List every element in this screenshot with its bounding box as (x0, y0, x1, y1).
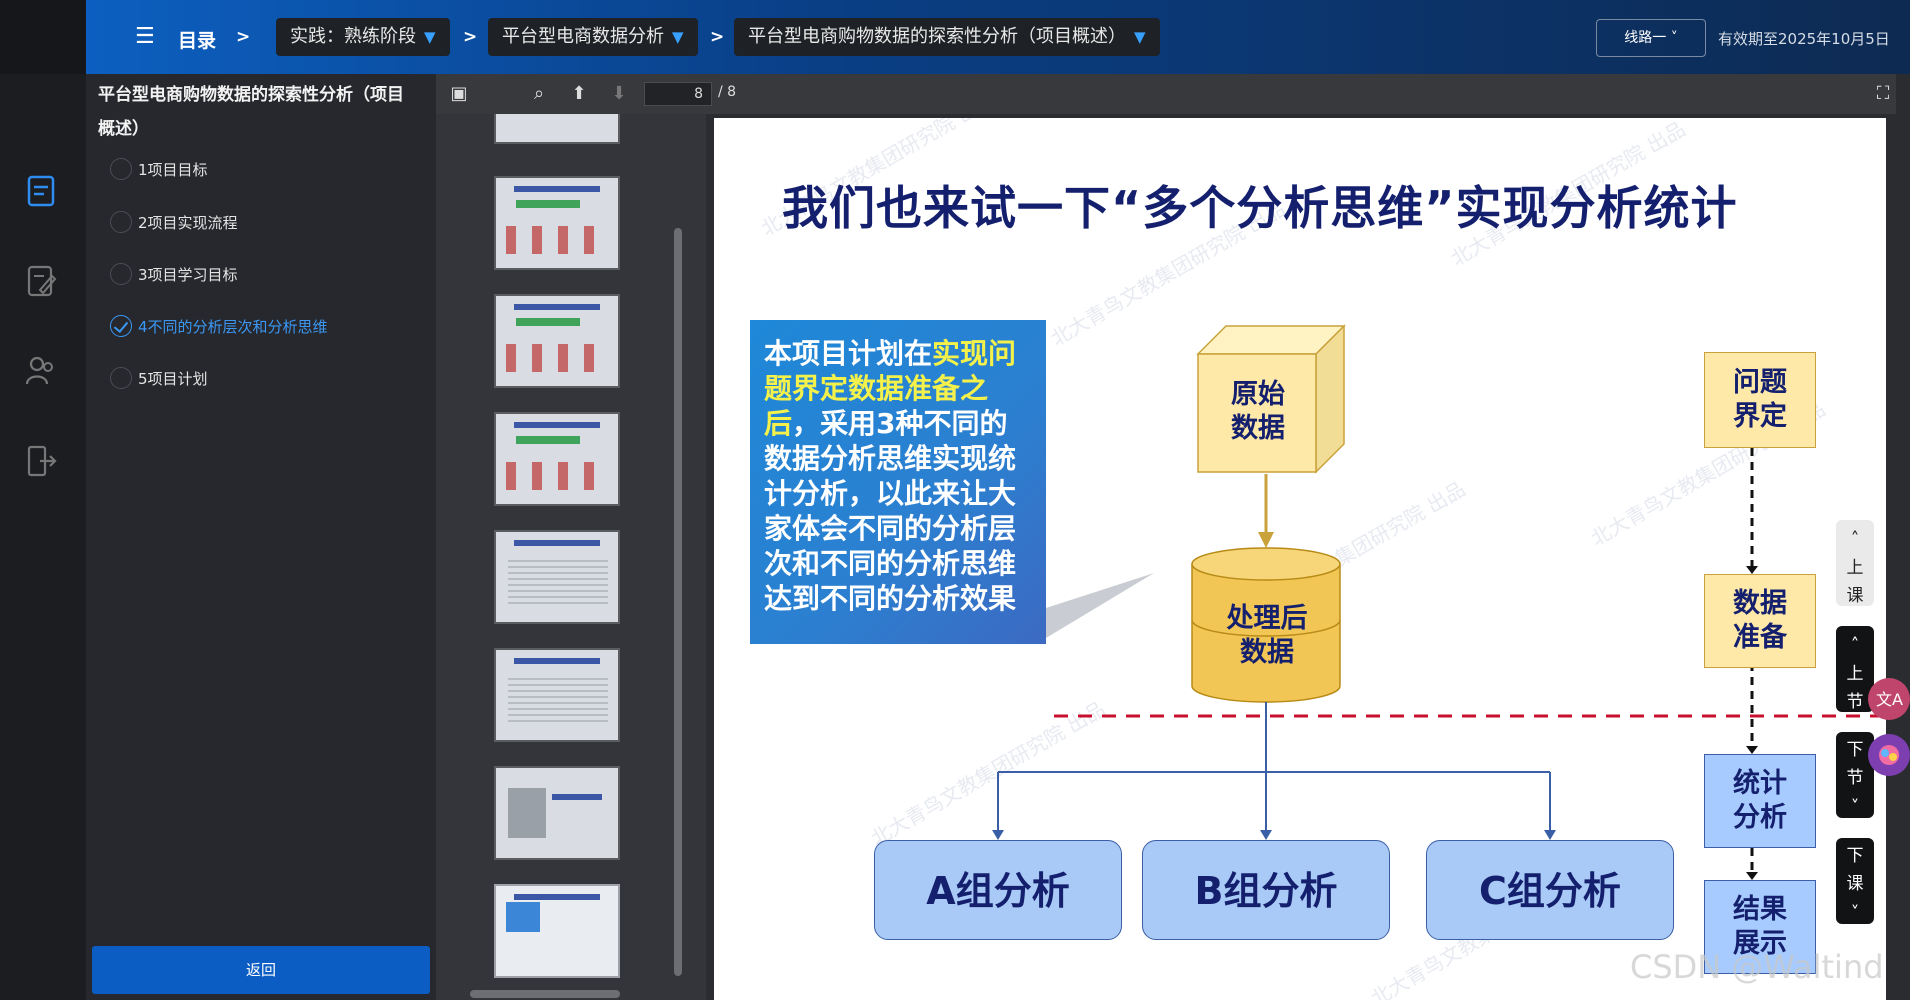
check-circle-icon (110, 315, 132, 337)
exit-icon[interactable] (24, 444, 58, 478)
outline-item[interactable]: 2项目实现流程 (110, 207, 238, 237)
breadcrumb-label: 平台型电商数据分析 (502, 26, 664, 47)
arrow-head (1746, 746, 1758, 754)
page-thumbnail[interactable] (494, 648, 620, 742)
breadcrumb-lesson-dropdown[interactable]: 平台型电商购物数据的探索性分析（项目概述） ▼ (734, 18, 1160, 56)
flow-step-stats: 统计 分析 (1704, 754, 1816, 848)
processed-data-label: 处理后 数据 (1226, 603, 1308, 668)
csdn-credit: CSDN @Waltind (1630, 948, 1884, 986)
svg-text:文A: 文A (1876, 690, 1903, 709)
page-thumbnail[interactable] (494, 176, 620, 270)
catalog-button[interactable]: 目录 (178, 26, 216, 53)
next-class-button[interactable]: 下 课 ˅ (1836, 838, 1874, 924)
outline-item-label: 1项目目标 (138, 160, 208, 179)
outline-item-label: 4不同的分析层次和分析思维 (138, 317, 328, 336)
route-label: 线路一 (1624, 30, 1667, 46)
check-circle-icon (110, 158, 132, 180)
nav-label: 上 课 (1846, 558, 1864, 606)
slide-page: 北大青鸟文教集团研究院 出品 北大青鸟文教集团研究院 出品 北大青鸟文教集团研究… (714, 118, 1886, 1000)
check-circle-icon (110, 263, 132, 285)
outline-title: 平台型电商购物数据的探索性分析（项目概述） (98, 85, 404, 139)
page-thumbnail-selected[interactable] (494, 884, 620, 978)
document-icon[interactable] (24, 174, 58, 208)
back-button[interactable]: 返回 (92, 946, 430, 994)
search-icon[interactable]: ⌕ (526, 81, 552, 107)
arrow-head (1260, 830, 1272, 840)
left-icon-rail (0, 74, 86, 1000)
outline-item-label: 5项目计划 (138, 369, 208, 388)
breadcrumb-label: 平台型电商购物数据的探索性分析（项目概述） (748, 26, 1126, 47)
breadcrumb-separator: > (710, 27, 725, 47)
group-b-box: B组分析 (1142, 840, 1390, 940)
page-number-input[interactable]: 8 (644, 82, 712, 106)
box-shadow (1046, 573, 1154, 638)
thumbnail-hscrollbar[interactable] (470, 990, 620, 998)
chevron-down-icon: ˅ (1850, 903, 1860, 923)
menu-icon[interactable]: ☰ (135, 22, 161, 52)
people-icon[interactable] (24, 354, 58, 388)
check-circle-icon (110, 211, 132, 233)
outline-panel: 平台型电商购物数据的探索性分析（项目概述） 1项目目标 2项目实现流程 3项目学… (86, 74, 436, 1000)
nav-label: 下 课 (1846, 846, 1864, 894)
arrow-head (1258, 532, 1274, 548)
breadcrumb-separator: > (236, 27, 251, 47)
outline-item[interactable]: 3项目学习目标 (110, 259, 238, 289)
flow-step-problem: 问题 界定 (1704, 352, 1816, 448)
page-thumbnail[interactable] (494, 766, 620, 860)
prev-class-button[interactable]: ˄ 上 课 (1836, 520, 1874, 606)
breadcrumb-stage-dropdown[interactable]: 实践：熟练阶段 ▼ (276, 18, 450, 56)
outline-item-label: 3项目学习目标 (138, 265, 238, 284)
edit-note-icon[interactable] (24, 264, 58, 298)
breadcrumb-separator: > (463, 27, 478, 47)
dropdown-arrow-icon: ▼ (672, 28, 684, 46)
arrow-head (992, 830, 1004, 840)
outline-item[interactable]: 5项目计划 (110, 363, 208, 393)
arrow-head (1746, 872, 1758, 880)
ai-assistant-icon[interactable] (1868, 734, 1910, 776)
cylinder-top (1191, 547, 1341, 581)
arrow-head (1746, 566, 1758, 574)
page-total: / 8 (718, 84, 737, 100)
page-thumbnail[interactable] (494, 294, 620, 388)
breadcrumb-label: 实践：熟练阶段 (290, 26, 416, 47)
thumbnail-panel (436, 114, 706, 1000)
group-c-box: C组分析 (1426, 840, 1674, 940)
top-bar-main: ☰ 目录 > 实践：熟练阶段 ▼ > 平台型电商数据分析 ▼ > 平台型电商购物数据… (86, 0, 1910, 74)
chevron-down-icon: ˅ (1850, 797, 1860, 817)
breadcrumb-course-dropdown[interactable]: 平台型电商数据分析 ▼ (488, 18, 698, 56)
pdf-toolbar: ▣ ⌕ ⬆ ⬇ 8 / 8 ⛶ (436, 74, 1896, 114)
outline-item[interactable]: 1项目目标 (110, 154, 208, 184)
arrow-head (1544, 830, 1556, 840)
page-thumbnail[interactable] (494, 114, 620, 144)
chevron-down-icon: ˅ (1666, 30, 1678, 46)
dropdown-arrow-icon: ▼ (424, 28, 436, 46)
chevron-up-icon: ˄ (1850, 635, 1860, 655)
validity-text: 有效期至2025年10月5日 (1718, 30, 1890, 48)
fullscreen-icon[interactable]: ⛶ (1870, 81, 1896, 107)
thumbnail-scrollbar[interactable] (674, 228, 682, 976)
translate-icon[interactable]: 文A (1868, 678, 1910, 720)
chevron-up-icon: ˄ (1850, 529, 1860, 549)
sidebar-toggle-icon[interactable]: ▣ (446, 81, 472, 107)
raw-data-label: 原始 数据 (1231, 379, 1285, 444)
flow-step-prepare: 数据 准备 (1704, 574, 1816, 668)
outline-item-label: 2项目实现流程 (138, 213, 238, 232)
page-thumbnail[interactable] (494, 530, 620, 624)
page-up-icon[interactable]: ⬆ (566, 81, 592, 107)
group-a-box: A组分析 (874, 840, 1122, 940)
route-select[interactable]: 线路一 ˅ (1596, 19, 1706, 57)
outline-item-active[interactable]: 4不同的分析层次和分析思维 (110, 311, 328, 341)
page-down-icon[interactable]: ⬇ (606, 81, 632, 107)
check-circle-icon (110, 367, 132, 389)
dropdown-arrow-icon: ▼ (1134, 28, 1146, 46)
page-thumbnail[interactable] (494, 412, 620, 506)
